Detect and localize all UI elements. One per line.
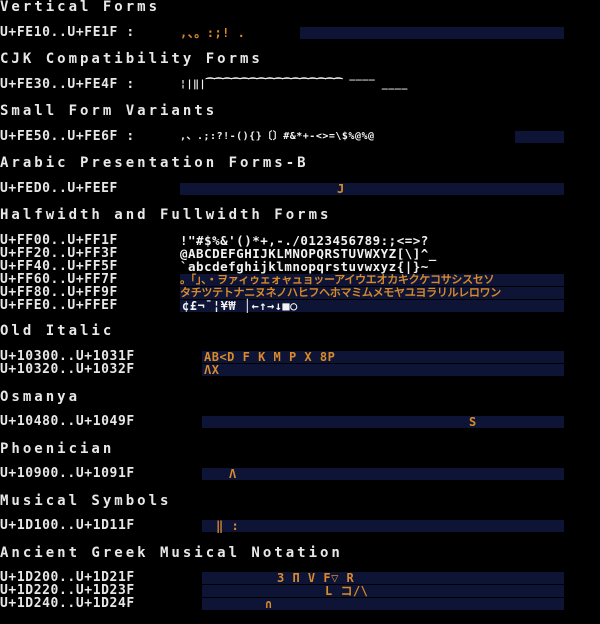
glyph-strip	[202, 585, 564, 597]
section-heading-ancient-greek-musical-notation: Ancient Greek Musical Notation	[0, 545, 343, 561]
glyph-strip	[202, 520, 564, 532]
range-label: U+FE30..U+FE4F :	[0, 77, 135, 92]
section-heading-old-italic: Old Italic	[0, 323, 115, 339]
glyph-sample: L コ/\	[325, 584, 369, 598]
section-heading-phoenician: Phoenician	[0, 441, 115, 457]
glyph-strip	[180, 183, 564, 195]
range-label: U+FE10..U+FE1F :	[0, 25, 135, 40]
glyph-sample: S	[469, 415, 477, 429]
section-heading-cjk-compatibility-forms: CJK Compatibility Forms	[0, 51, 263, 67]
section-heading-musical-symbols: Musical Symbols	[0, 493, 172, 509]
unicode-coverage-page: Vertical Forms U+FE10..U+FE1F : ,、。:;! .…	[0, 0, 600, 624]
glyph-sample: ¦|‖|⁀⁀⁀⁀⁀⁀⁀⁀⁀⁀⁀⁀⁀⁀⁀⁀ ‾‾‾‾ ____	[180, 79, 408, 90]
glyph-sample: AB<D F K M P X 8P	[204, 350, 336, 364]
range-label: U+10480..U+1049F	[0, 414, 135, 429]
glyph-sample: ‖ :	[216, 519, 240, 533]
glyph-sample: 3 Π V F▽ R	[277, 571, 355, 585]
glyph-sample: ∩	[265, 597, 273, 611]
glyph-sample: Λ	[229, 467, 237, 481]
section-heading-vertical-forms: Vertical Forms	[0, 0, 161, 15]
glyph-sample: ΛX	[204, 363, 220, 377]
glyph-strip	[202, 598, 564, 610]
glyph-sample: 。「」、・ヲァィゥェォャュョッーアイウエオカキクケコサシスセソ	[180, 273, 495, 286]
range-label: U+10900..U+1091F	[0, 466, 135, 481]
section-heading-small-form-variants: Small Form Variants	[0, 103, 218, 119]
glyph-sample: タチツテトナニヌネノハヒフヘホマミムメモヤユヨラリルレロワン	[180, 286, 501, 299]
range-label: U+1D240..U+1D24F	[0, 596, 135, 611]
glyph-sample: `abcdefghijklmnopqrstuvwxyz{|}~	[180, 259, 429, 274]
glyph-strip	[202, 416, 564, 428]
glyph-strip	[300, 27, 564, 39]
range-label: U+10320..U+1032F	[0, 362, 135, 377]
range-label: U+FED0..U+FEEF	[0, 181, 118, 196]
range-label: U+FFE0..U+FFEF	[0, 298, 118, 313]
glyph-sample: ,、.;:?!-(){}〔〕#&*+-<>=\$%@%@	[180, 131, 375, 142]
glyph-strip	[202, 572, 564, 584]
glyph-sample: J	[337, 182, 345, 196]
glyph-strip	[202, 468, 564, 480]
section-heading-halfwidth-fullwidth-forms: Halfwidth and Fullwidth Forms	[0, 207, 332, 223]
glyph-strip	[515, 131, 564, 143]
glyph-sample: ,、。:;! .	[180, 26, 246, 40]
range-label: U+FE50..U+FE6F :	[0, 129, 135, 144]
glyph-sample: ¢£¬¯¦¥₩ │←↑→↓■○	[182, 299, 298, 313]
section-heading-arabic-presentation-forms-b: Arabic Presentation Forms-B	[0, 155, 309, 171]
section-heading-osmanya: Osmanya	[0, 389, 81, 405]
range-label: U+1D100..U+1D11F	[0, 518, 135, 533]
glyph-strip	[202, 364, 564, 376]
